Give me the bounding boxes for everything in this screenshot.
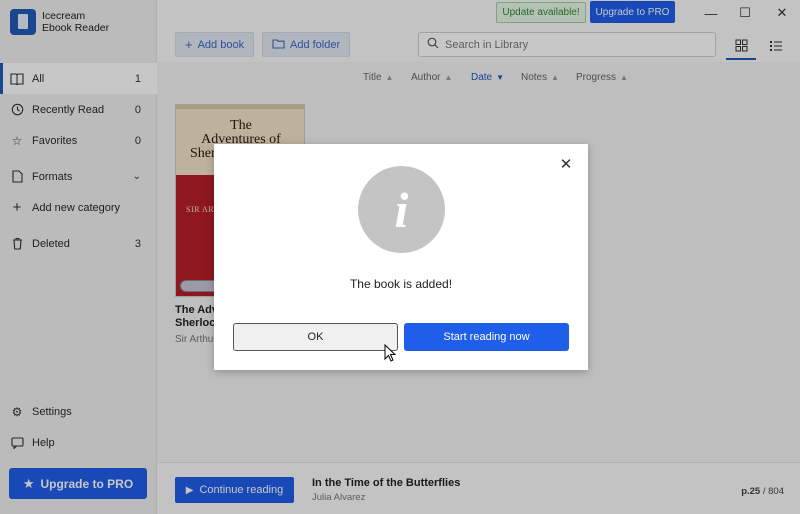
close-icon[interactable]: ✕ — [558, 157, 574, 173]
ok-button[interactable]: OK — [233, 323, 398, 351]
dialog-message: The book is added! — [349, 277, 453, 291]
book-added-dialog: ✕ i The book is added! OK Start reading … — [214, 144, 588, 370]
info-icon: i — [358, 166, 445, 253]
mouse-cursor-icon — [384, 344, 396, 362]
start-reading-button[interactable]: Start reading now — [404, 323, 569, 351]
